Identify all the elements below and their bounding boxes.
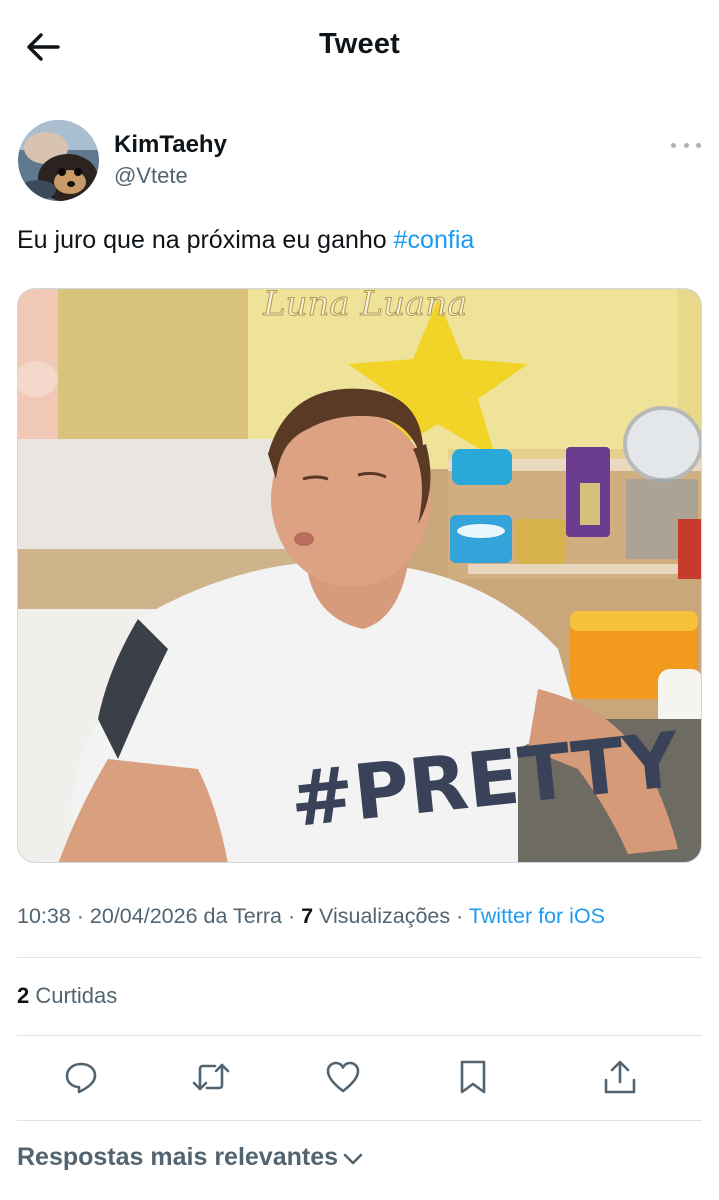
more-options-button[interactable] bbox=[671, 134, 701, 156]
avatar-image bbox=[18, 120, 99, 201]
source-link[interactable]: Twitter for iOS bbox=[469, 904, 605, 928]
chevron-down-icon bbox=[343, 1153, 363, 1164]
avatar[interactable] bbox=[18, 120, 99, 201]
divider bbox=[17, 1120, 702, 1121]
retweet-button[interactable] bbox=[188, 1054, 234, 1100]
views-label: Visualizações bbox=[313, 904, 451, 928]
more-dot bbox=[683, 142, 689, 148]
tweet-meta: 10:38 · 20/04/2026 da Terra · 7 Visualiz… bbox=[17, 904, 605, 929]
share-button[interactable] bbox=[597, 1054, 643, 1100]
like-button[interactable] bbox=[320, 1054, 366, 1100]
replies-sort-label: Respostas mais relevantes bbox=[17, 1143, 339, 1171]
likes-number: 2 bbox=[17, 983, 30, 1008]
retweet-icon bbox=[192, 1063, 230, 1091]
replies-sort-dropdown[interactable]: Respostas mais relevantes bbox=[17, 1143, 364, 1172]
likes-count[interactable]: 2 Curtidas bbox=[17, 983, 117, 1009]
meta-separator: · bbox=[281, 904, 302, 928]
reply-icon bbox=[65, 1062, 97, 1094]
author-handle[interactable]: @Vtete bbox=[114, 163, 188, 189]
author-display-name[interactable]: KimTaehy bbox=[114, 131, 227, 159]
tweet-body: Eu juro que na próxima eu ganho bbox=[17, 226, 394, 254]
meta-separator: · bbox=[70, 904, 90, 928]
tweet-date: 20/04/2026 da Terra bbox=[89, 904, 282, 928]
likes-label: Curtidas bbox=[29, 983, 118, 1008]
bookmark-button[interactable] bbox=[450, 1054, 496, 1100]
more-dot bbox=[671, 142, 676, 148]
share-icon bbox=[604, 1060, 636, 1094]
meta-separator: · bbox=[450, 904, 469, 928]
tweet-time: 10:38 bbox=[17, 904, 71, 928]
top-bar: Tweet bbox=[0, 0, 719, 92]
poster-text: Luna Luana bbox=[262, 289, 467, 324]
tweet-media-photo[interactable]: Luna Luana #PRETTY bbox=[17, 288, 702, 863]
page-title: Tweet bbox=[318, 28, 401, 60]
divider bbox=[17, 1035, 702, 1036]
hashtag-link[interactable]: #confia bbox=[394, 226, 475, 254]
more-dot bbox=[696, 142, 701, 148]
bookmark-icon bbox=[460, 1060, 486, 1094]
divider bbox=[17, 957, 702, 958]
tweet-author: KimTaehy @Vtete bbox=[18, 120, 701, 202]
views-count: 7 bbox=[301, 904, 314, 928]
heart-icon bbox=[326, 1061, 360, 1093]
tweet-action-bar bbox=[0, 1054, 719, 1104]
reply-button[interactable] bbox=[58, 1054, 104, 1100]
tweet-text: Eu juro que na próxima eu ganho #confia bbox=[17, 226, 474, 255]
